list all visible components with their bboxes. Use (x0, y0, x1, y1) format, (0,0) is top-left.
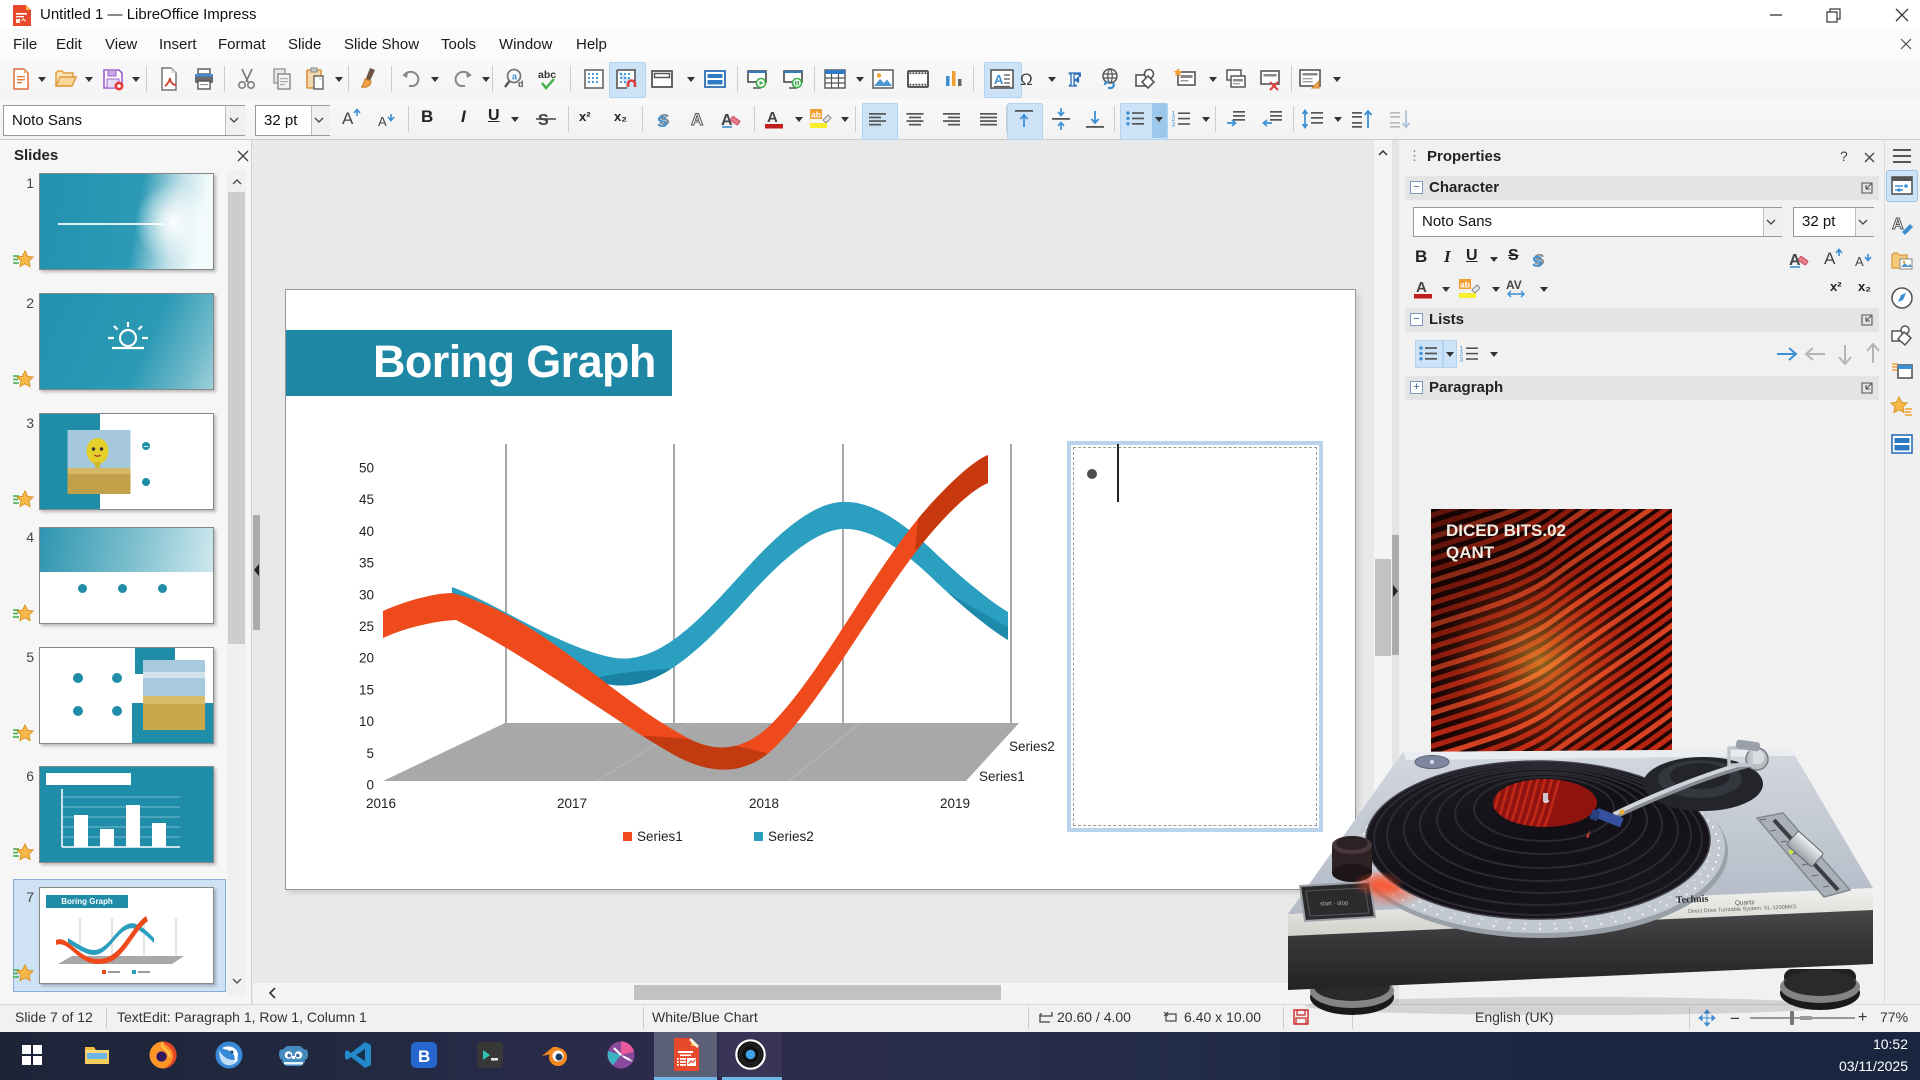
svg-text:10: 10 (359, 714, 374, 729)
svg-text:3: 3 (1460, 356, 1464, 363)
svg-text:2017: 2017 (557, 796, 587, 811)
svg-text:ab: ab (811, 110, 821, 120)
svg-text:A: A (691, 110, 703, 129)
svg-text:30: 30 (359, 587, 374, 602)
svg-text:A: A (1824, 249, 1836, 268)
svg-text:A: A (342, 109, 354, 128)
svg-text:QANT: QANT (1446, 543, 1495, 562)
svg-text:15: 15 (359, 682, 374, 697)
svg-text:35: 35 (359, 556, 374, 571)
svg-text:AV: AV (1506, 278, 1522, 292)
svg-text:S: S (1532, 254, 1543, 271)
svg-text:5: 5 (366, 746, 374, 761)
svg-text:40: 40 (359, 524, 374, 539)
svg-text:50: 50 (359, 461, 374, 476)
svg-text:d: d (518, 79, 524, 89)
svg-text:45: 45 (359, 492, 374, 507)
svg-text:A: A (1855, 254, 1864, 269)
svg-text:A: A (378, 114, 387, 129)
svg-text:20: 20 (359, 651, 374, 666)
svg-text:S: S (657, 114, 668, 131)
svg-text:A: A (767, 109, 778, 126)
svg-text:Ω: Ω (1020, 70, 1033, 89)
svg-text:B: B (418, 1047, 430, 1066)
svg-text:25: 25 (359, 619, 374, 634)
svg-text:Series1: Series1 (979, 769, 1025, 784)
svg-text:A: A (994, 72, 1004, 87)
svg-text:start · stop: start · stop (1320, 901, 1349, 908)
svg-text:2016: 2016 (366, 796, 396, 811)
svg-text:Series1: Series1 (637, 829, 683, 844)
svg-text:ab: ab (1460, 280, 1470, 290)
svg-text:A: A (1416, 279, 1427, 296)
svg-text:Series2: Series2 (768, 829, 814, 844)
svg-text:0: 0 (366, 778, 374, 793)
svg-text:A: A (1892, 216, 1904, 233)
svg-text:2019: 2019 (940, 796, 970, 811)
svg-text:S: S (538, 112, 549, 129)
svg-text:2018: 2018 (749, 796, 779, 811)
svg-text:DICED BITS.02: DICED BITS.02 (1446, 521, 1566, 540)
svg-text:Technis: Technis (1676, 894, 1709, 906)
svg-text:Series2: Series2 (1009, 739, 1055, 754)
svg-text:F: F (1069, 69, 1081, 91)
svg-text:3: 3 (1172, 121, 1176, 128)
